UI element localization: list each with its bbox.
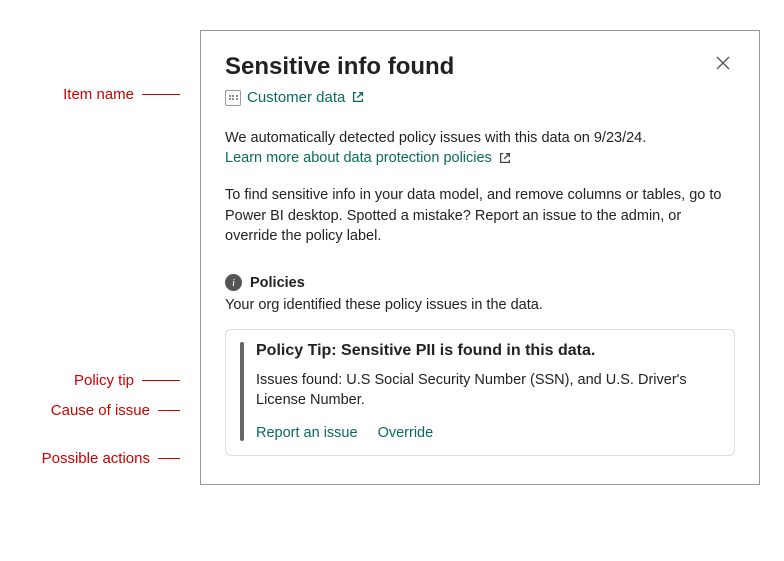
item-name-link[interactable]: Customer data bbox=[247, 89, 345, 106]
annotation-policy-tip: Policy tip bbox=[40, 372, 180, 389]
annotation-line bbox=[158, 458, 180, 460]
policies-header: i Policies bbox=[225, 274, 735, 291]
external-link-icon-wrap bbox=[498, 151, 513, 166]
open-external-button[interactable] bbox=[351, 90, 366, 105]
info-icon: i bbox=[225, 274, 242, 291]
policy-actions: Report an issue Override bbox=[256, 425, 720, 441]
annotation-possible-actions: Possible actions bbox=[30, 450, 180, 467]
report-issue-link[interactable]: Report an issue bbox=[256, 425, 358, 441]
dialog-header: Sensitive info found bbox=[225, 53, 735, 81]
learn-more-link[interactable]: Learn more about data protection policie… bbox=[225, 150, 513, 166]
detection-text: We automatically detected policy issues … bbox=[225, 128, 735, 148]
annotation-cause-of-issue: Cause of issue bbox=[40, 402, 180, 419]
external-link-icon bbox=[351, 90, 365, 104]
policy-content: Policy Tip: Sensitive PII is found in th… bbox=[256, 342, 720, 441]
external-link-icon bbox=[498, 151, 512, 165]
annotation-line bbox=[142, 94, 180, 96]
annotation-label: Item name bbox=[63, 86, 134, 103]
annotation-label: Cause of issue bbox=[51, 402, 150, 419]
item-row: Customer data bbox=[225, 89, 735, 106]
policies-description: Your org identified these policy issues … bbox=[225, 297, 735, 313]
override-link[interactable]: Override bbox=[378, 425, 434, 441]
annotation-line bbox=[142, 380, 180, 382]
policy-card: Policy Tip: Sensitive PII is found in th… bbox=[225, 329, 735, 456]
dialog-title: Sensitive info found bbox=[225, 53, 454, 81]
policies-label: Policies bbox=[250, 275, 305, 291]
sensitive-info-dialog: Sensitive info found Customer data We au… bbox=[200, 30, 760, 485]
dataset-icon bbox=[225, 90, 241, 106]
annotation-label: Policy tip bbox=[74, 372, 134, 389]
instructions-text: To find sensitive info in your data mode… bbox=[225, 185, 735, 246]
policy-issues-text: Issues found: U.S Social Security Number… bbox=[256, 370, 720, 411]
annotation-label: Possible actions bbox=[42, 450, 150, 467]
policy-tip-title: Policy Tip: Sensitive PII is found in th… bbox=[256, 342, 720, 360]
close-button[interactable] bbox=[711, 53, 735, 76]
learn-more-label: Learn more about data protection policie… bbox=[225, 150, 492, 166]
annotation-item-name: Item name bbox=[40, 86, 180, 103]
annotation-line bbox=[158, 410, 180, 412]
close-icon bbox=[715, 55, 731, 71]
policy-accent-bar bbox=[240, 342, 244, 441]
